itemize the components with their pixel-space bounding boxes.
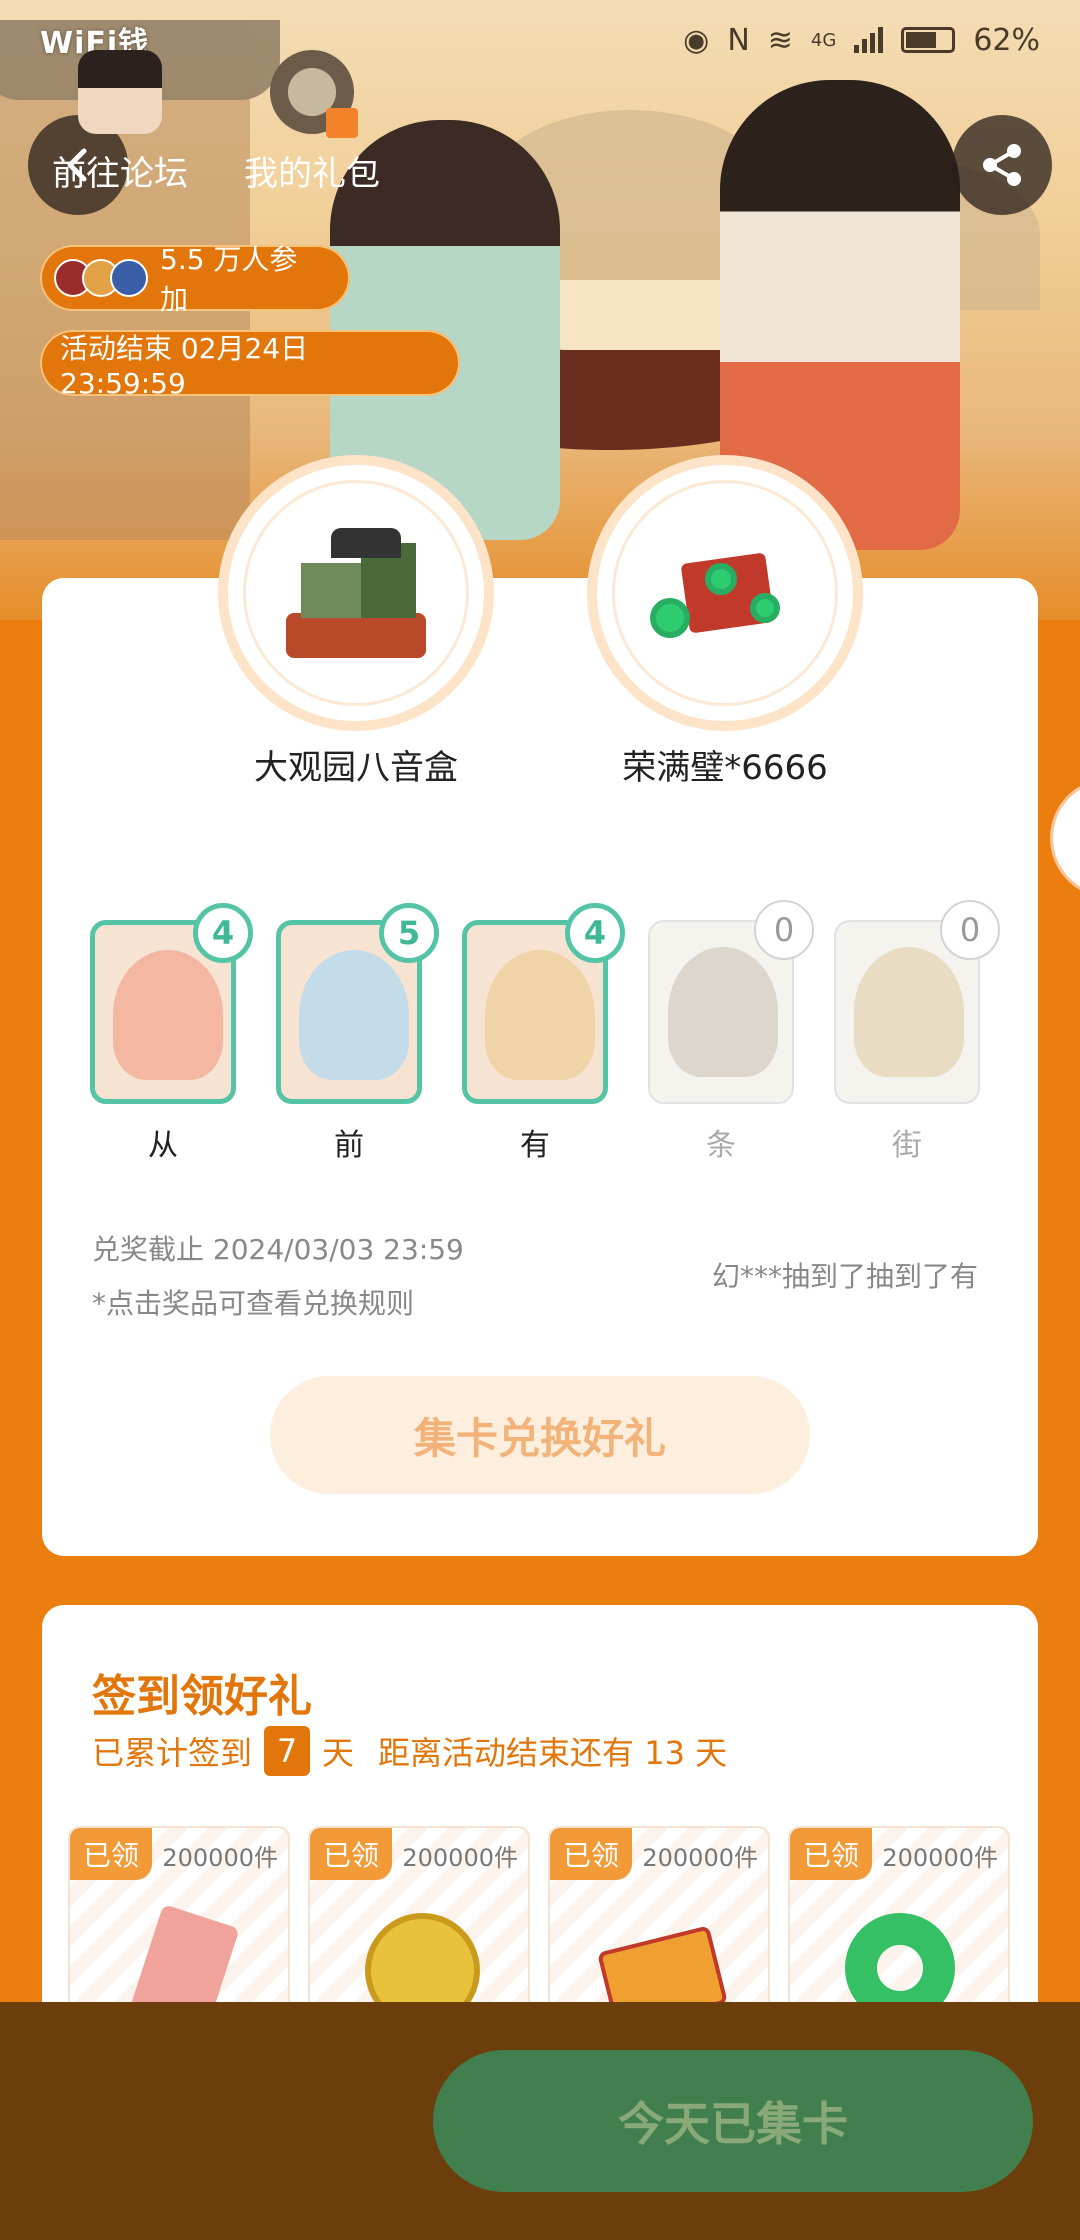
card-character-avatar bbox=[854, 947, 964, 1077]
sign-in-prefix: 已累计签到 bbox=[92, 1734, 253, 1772]
collect-card[interactable]: 5 bbox=[276, 903, 439, 1104]
reward-count: 200000件 bbox=[642, 1844, 758, 1872]
card-count-badge: 4 bbox=[565, 903, 625, 963]
participant-avatars bbox=[54, 259, 148, 297]
rule-tip: *点击奖品可查看兑换规则 bbox=[92, 1287, 415, 1320]
sign-in-unit: 天 bbox=[322, 1734, 355, 1772]
forum-label: 前往论坛 bbox=[52, 154, 188, 194]
card-character-avatar bbox=[113, 950, 223, 1080]
card-character-avatar bbox=[299, 950, 409, 1080]
reward-count: 200000件 bbox=[882, 1844, 998, 1872]
status-icons: ◉ N ≋ 4G 62% bbox=[683, 23, 1040, 58]
card-character-avatar bbox=[668, 947, 778, 1077]
sign-in-title: 签到领好礼 bbox=[92, 1671, 312, 1722]
collect-card[interactable]: 0 bbox=[648, 900, 814, 1104]
reward-count: 200000件 bbox=[402, 1844, 518, 1872]
card-count-badge: 4 bbox=[193, 903, 253, 963]
redeem-deadline: 兑奖截止 2024/03/03 23:59 bbox=[92, 1233, 464, 1266]
reward-list: 已领 200000件 已领 200000件 已领 200000件 已领 2000… bbox=[68, 1826, 1018, 2046]
claimed-tag: 已领 bbox=[790, 1828, 872, 1880]
sign-in-stats: 已累计签到 7 天 距离活动结束还有 13 天 bbox=[92, 1726, 727, 1776]
my-gifts-nav-button[interactable]: 我的礼包 bbox=[222, 50, 402, 195]
card-count-badge: 0 bbox=[940, 900, 1000, 960]
prize-label: 荣满璧*6666 bbox=[622, 748, 828, 788]
participants-badge: 5.5 万人参加 bbox=[40, 243, 350, 316]
card-name: 街 bbox=[892, 1128, 922, 1163]
forum-nav-button[interactable]: 前往论坛 bbox=[30, 50, 210, 195]
collect-card[interactable]: 0 bbox=[834, 900, 1000, 1104]
music-box-icon bbox=[281, 528, 431, 658]
event-end-badge: 活动结束 02月24日 23:59:59 bbox=[40, 330, 460, 400]
prize-label: 大观园八音盒 bbox=[254, 748, 458, 788]
forum-avatar-icon bbox=[78, 50, 162, 134]
network-label: 4G bbox=[810, 29, 837, 51]
collect-cards-row: 4 从 5 前 4 有 0 条 0 街 bbox=[90, 900, 1000, 1163]
collect-card[interactable]: 4 bbox=[462, 903, 625, 1104]
share-icon bbox=[983, 144, 1021, 186]
card-count-badge: 0 bbox=[754, 900, 814, 960]
card-name: 条 bbox=[706, 1128, 736, 1163]
claimed-tag: 已领 bbox=[70, 1828, 152, 1880]
claimed-tag: 已领 bbox=[310, 1828, 392, 1880]
sign-in-days: 7 bbox=[264, 1726, 311, 1776]
wifi-icon: ≋ bbox=[767, 22, 793, 58]
prize-music-box[interactable] bbox=[218, 455, 494, 731]
gift-avatar-icon bbox=[270, 50, 358, 138]
battery-level: 62% bbox=[973, 22, 1040, 58]
prize-jade-chest[interactable] bbox=[587, 455, 863, 731]
nfc-icon: N bbox=[727, 22, 750, 58]
collect-today-button[interactable]: 今天已集卡 bbox=[433, 2050, 1033, 2192]
claimed-tag: 已领 bbox=[550, 1828, 632, 1880]
gifts-label: 我的礼包 bbox=[244, 154, 380, 194]
reward-count: 200000件 bbox=[162, 1844, 278, 1872]
event-end-text: 活动结束 02月24日 23:59:59 bbox=[60, 331, 309, 400]
card-count-badge: 5 bbox=[379, 903, 439, 963]
winner-ticker: 幻***抽到了抽到了有 bbox=[712, 1260, 979, 1293]
collect-card[interactable]: 4 bbox=[90, 903, 253, 1104]
card-character-avatar bbox=[485, 950, 595, 1080]
days-remaining: 距离活动结束还有 13 天 bbox=[378, 1734, 728, 1772]
card-name: 有 bbox=[520, 1128, 550, 1163]
participants-count: 5.5 万人参加 bbox=[160, 243, 298, 316]
share-button[interactable] bbox=[952, 115, 1052, 215]
card-name: 从 bbox=[148, 1128, 178, 1163]
exchange-button[interactable]: 集卡兑换好礼 bbox=[270, 1376, 810, 1494]
card-name: 前 bbox=[334, 1128, 364, 1163]
jade-chest-icon bbox=[650, 538, 800, 648]
eye-icon: ◉ bbox=[683, 22, 710, 58]
signal-icon bbox=[854, 27, 884, 53]
battery-icon bbox=[901, 27, 956, 53]
side-float-tab[interactable] bbox=[1050, 778, 1080, 898]
